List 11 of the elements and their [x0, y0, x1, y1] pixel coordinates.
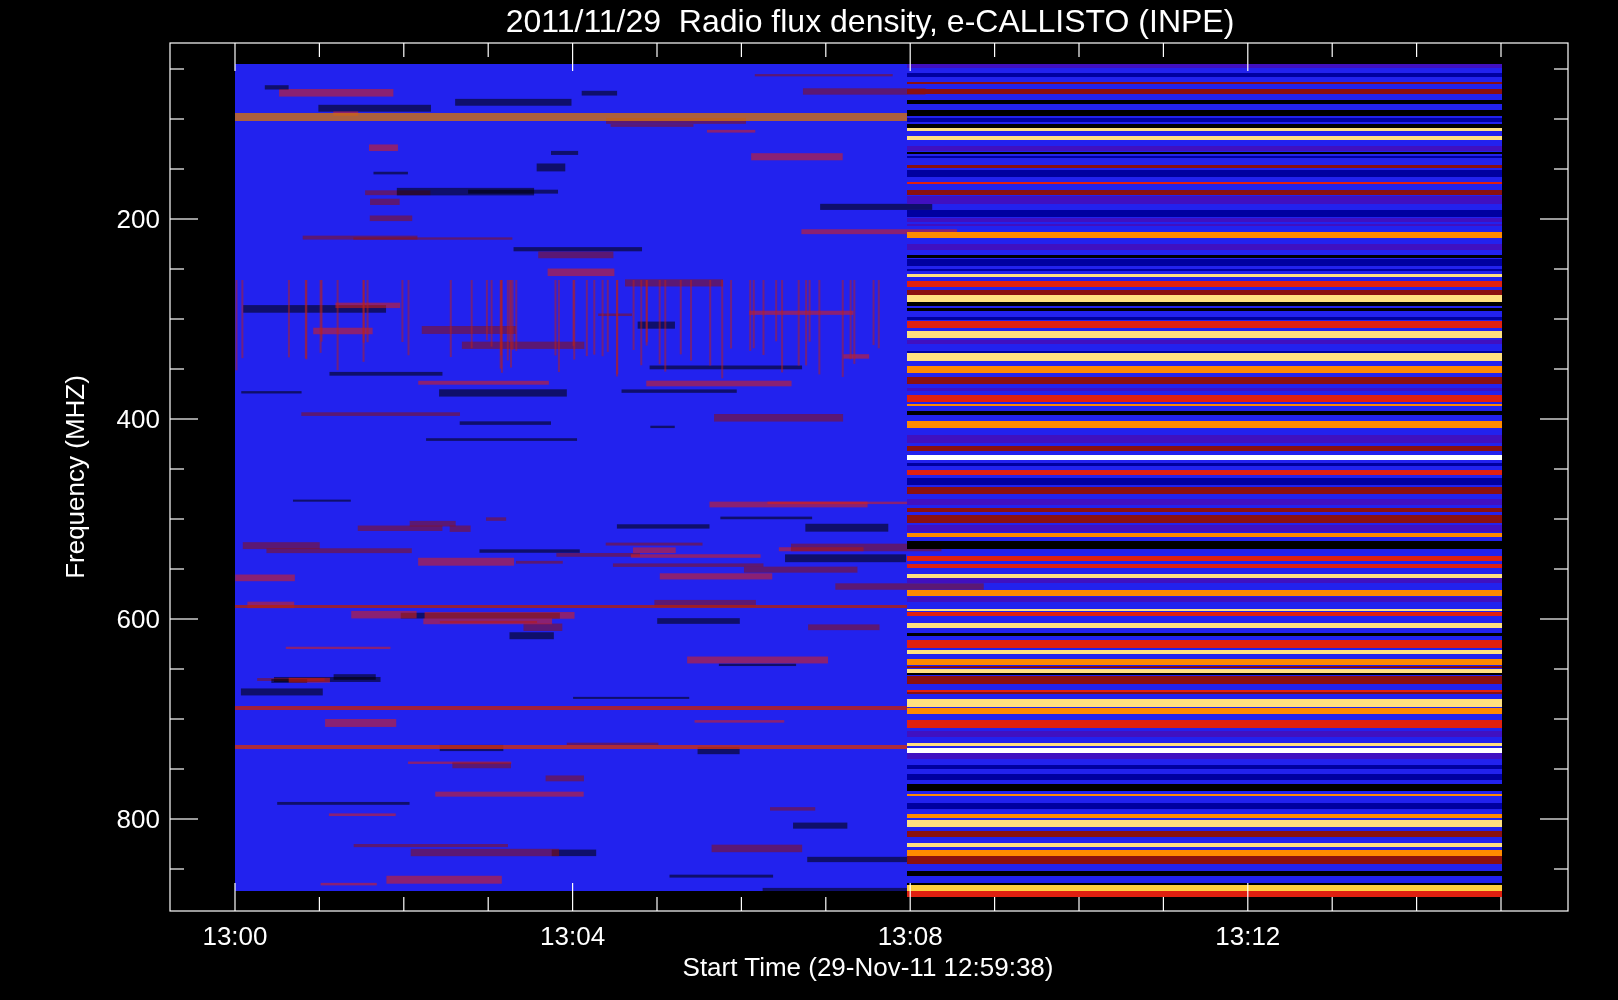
y-tick-label: 600 — [116, 604, 160, 634]
y-tick-label: 200 — [116, 204, 160, 234]
y-axis-label: Frequency (MHZ) — [60, 375, 90, 579]
x-axis-label: Start Time (29-Nov-11 12:59:38) — [682, 952, 1054, 982]
x-tick-label: 13:08 — [877, 921, 943, 951]
x-tick-label: 13:00 — [202, 921, 268, 951]
x-tick-label: 13:12 — [1215, 921, 1281, 951]
y-tick-label: 400 — [116, 404, 160, 434]
x-tick-label: 13:04 — [540, 921, 606, 951]
chart-title: 2011/11/29 Radio flux density, e-CALLISTO (INPE) — [505, 3, 1235, 39]
y-tick-label: 800 — [116, 804, 160, 834]
